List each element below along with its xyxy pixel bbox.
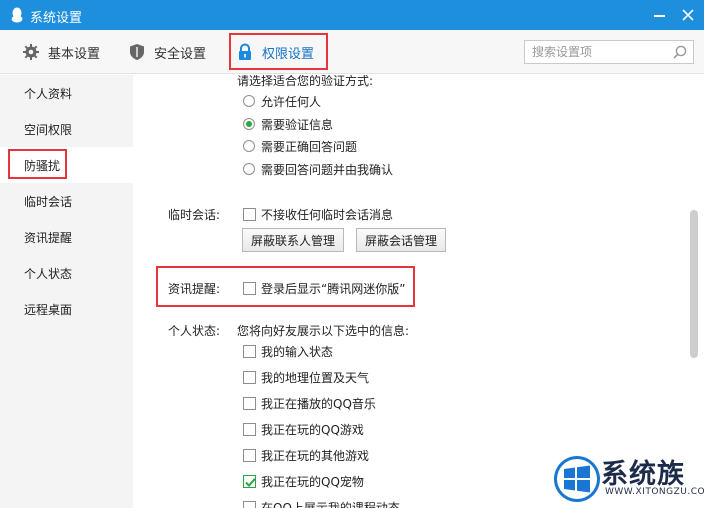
window-title: 系统设置 [30,11,83,26]
checkbox-other-game[interactable] [243,449,256,462]
news-highlight [156,266,415,307]
sidebar-item-personal-status[interactable]: 个人状态 [0,255,133,291]
shield-icon [130,44,144,60]
search-icon[interactable] [672,44,688,60]
radio-need-verify-info[interactable] [243,118,255,130]
sidebar-item-label: 临时会话 [24,194,73,209]
windows-logo-icon [554,456,600,502]
radio-label: 需要回答问题并由我确认 [261,163,394,177]
tab-basic-label: 基本设置 [48,46,101,62]
checkbox-label: 在QQ上展示我的课程动态 [261,501,400,508]
temp-session-label: 临时会话: [168,208,221,222]
scrollbar-thumb[interactable] [690,210,698,358]
verify-prompt: 请选择适合您的验证方式: [237,75,374,88]
radio-label: 需要正确回答问题 [261,140,358,154]
sidebar-item-news-reminder[interactable]: 资讯提醒 [0,219,133,255]
sidebar-item-temp-session[interactable]: 临时会话 [0,183,133,219]
check-icon [245,478,256,487]
checkbox-typing-status[interactable] [243,345,256,358]
personal-status-prompt: 您将向好友展示以下选中的信息: [237,324,410,338]
minimize-button[interactable] [654,15,665,17]
close-icon[interactable] [681,8,695,22]
watermark: 系统族 WWW.XITONGZU.COM [553,450,704,508]
search-input[interactable] [525,41,665,63]
title-bar: 系统设置 [0,0,704,30]
checkbox-label: 我正在玩的QQ宠物 [261,475,364,489]
checkbox-label: 我正在玩的QQ游戏 [261,423,364,437]
tab-basic-settings[interactable]: 基本设置 [22,38,100,66]
checkbox-qq-pet[interactable] [243,475,256,488]
sidebar-item-profile[interactable]: 个人资料 [0,75,133,111]
sidebar-item-label: 个人资料 [24,86,73,101]
radio-correct-answer[interactable] [243,140,255,152]
qq-penguin-icon [11,7,23,23]
radio-label: 需要验证信息 [261,118,334,132]
sidebar-item-label: 远程桌面 [24,302,73,317]
checkbox-course-activity[interactable] [243,501,256,508]
checkbox-reject-temp-session[interactable] [243,208,256,221]
checkbox-label: 我的地理位置及天气 [261,371,370,385]
block-sessions-button[interactable]: 屏蔽会话管理 [356,228,447,252]
checkbox-qq-music[interactable] [243,397,256,410]
sidebar-item-label: 个人状态 [24,266,73,281]
checkbox-label: 不接收任何临时会话消息 [261,208,394,222]
radio-answer-and-confirm[interactable] [243,163,255,175]
checkbox-qq-game[interactable] [243,423,256,436]
checkbox-location-weather[interactable] [243,371,256,384]
checkbox-label: 我正在玩的其他游戏 [261,449,370,463]
watermark-url: WWW.XITONGZU.COM [605,487,704,497]
tab-permission-highlight [229,33,328,70]
sidebar-item-space-permission[interactable]: 空间权限 [0,111,133,147]
sidebar-highlight [8,149,67,179]
search-box[interactable] [524,40,694,64]
tab-security-label: 安全设置 [154,46,207,62]
radio-allow-anyone[interactable] [243,95,255,107]
sidebar-item-remote-desktop[interactable]: 远程桌面 [0,291,133,327]
sidebar: 个人资料 空间权限 防骚扰 临时会话 资讯提醒 个人状态 远程桌面 [0,75,133,508]
tab-security-settings[interactable]: 安全设置 [128,38,206,66]
block-contacts-button[interactable]: 屏蔽联系人管理 [242,228,345,252]
checkbox-label: 我的输入状态 [261,345,334,359]
watermark-text: 系统族 [601,459,685,490]
sidebar-item-label: 空间权限 [24,122,73,137]
personal-status-label: 个人状态: [168,324,221,338]
sidebar-item-label: 资讯提醒 [24,230,73,245]
gear-icon [23,44,39,60]
radio-label: 允许任何人 [261,95,322,109]
checkbox-label: 我正在播放的QQ音乐 [261,397,376,411]
